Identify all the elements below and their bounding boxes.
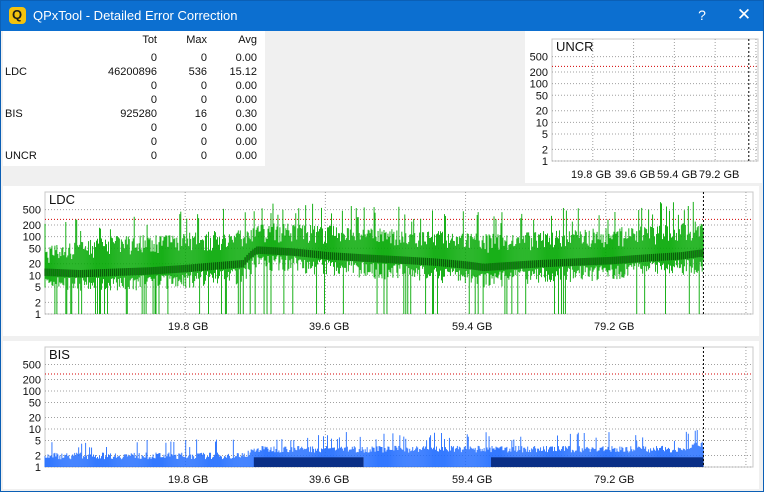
stats-row: UNCR 0 0 0.00: [3, 150, 265, 164]
app-icon-letter: Q: [12, 7, 23, 22]
detailed-error-correction-window: Q QPxTool - Detailed Error Correction ? …: [0, 0, 764, 492]
y-tick-label: 20: [536, 106, 548, 118]
row-max: 0: [200, 80, 207, 92]
y-tick-label: 1: [35, 309, 41, 318]
window-title: QPxTool - Detailed Error Correction: [33, 8, 238, 23]
stats-header-row: Tot Max Avg: [3, 34, 265, 48]
chart-title: UNCR: [556, 39, 594, 54]
y-tick-label: 5: [35, 435, 41, 447]
bis-x-tick: 19.8 GB: [168, 474, 209, 486]
row-max: 536: [188, 66, 207, 78]
row-max: 0: [200, 150, 207, 162]
y-tick-label: 100: [23, 386, 41, 398]
y-tick-label: 2: [542, 144, 548, 156]
stats-row: 0 0 0.00: [3, 122, 265, 136]
row-tot: 0: [150, 150, 157, 162]
y-tick-label: 50: [29, 397, 41, 409]
row-tot: 0: [150, 80, 157, 92]
bis-chart: 500 20010050 20105 21 BIS: [23, 346, 754, 471]
y-tick-label: 5: [542, 129, 548, 141]
ldc-x-tick: 19.8 GB: [168, 321, 209, 333]
row-avg: 0.00: [235, 52, 257, 64]
bis-chart-panel: 500 200 100 50 20 10 5 2 1 BIS 19.8 GB 39.6 GB 59…: [3, 341, 759, 489]
row-label: LDC: [5, 66, 28, 78]
ldc-x-tick: 79.2 GB: [594, 321, 635, 333]
stats-row: BIS 925280 16 0.30: [3, 108, 265, 122]
row-label: BIS: [5, 108, 23, 120]
y-tick-label: 1: [542, 156, 548, 166]
y-tick-label: 20: [29, 259, 41, 271]
stats-row: 0 0 0.00: [3, 80, 265, 94]
y-tick-label: 500: [23, 359, 41, 371]
header-tot: Tot: [142, 34, 157, 46]
uncr-chart: 500 20010050 20105 21 UNCR: [530, 38, 759, 166]
header-avg: Avg: [238, 34, 257, 46]
plot-area: [551, 38, 759, 162]
help-button[interactable]: ?: [694, 7, 710, 25]
y-tick-label: 50: [536, 90, 548, 102]
y-tick-label: 2: [35, 451, 41, 463]
row-tot: 0: [150, 52, 157, 64]
uncr-x-tick: 59.4 GB: [657, 169, 698, 181]
bis-dark-band: [491, 457, 704, 467]
uncr-x-tick: 79.2 GB: [699, 169, 740, 181]
row-avg: 0.00: [235, 94, 257, 106]
row-avg: 0.00: [235, 150, 257, 162]
y-tick-label: 500: [530, 52, 548, 64]
chart-title: LDC: [49, 192, 75, 207]
y-tick-label: 5: [35, 282, 41, 294]
uncr-chart-panel: 500 200 100 50 20 10 5 2 1 UNCR 19.8 GB 39.6 GB 5…: [525, 31, 762, 183]
ldc-x-tick: 59.4 GB: [452, 321, 493, 333]
stats-row: 0 0 0.00: [3, 94, 265, 108]
bis-dark-band: [253, 457, 364, 467]
y-tick-label: 500: [23, 205, 41, 217]
close-button[interactable]: ✕: [735, 5, 753, 25]
y-tick-label: 10: [536, 117, 548, 129]
stats-table: Tot Max Avg 0 0 0.00 LDC 46200896 536 15…: [3, 31, 265, 166]
header-max: Max: [186, 34, 207, 46]
y-tick-label: 1: [35, 462, 41, 471]
row-tot: 0: [150, 136, 157, 148]
y-tick-label: 10: [29, 424, 41, 436]
y-tick-label: 50: [29, 243, 41, 255]
row-max: 0: [200, 122, 207, 134]
row-avg: 0.30: [235, 108, 257, 120]
uncr-x-tick: 19.8 GB: [571, 169, 612, 181]
row-tot: 0: [150, 122, 157, 134]
row-avg: 0.00: [235, 80, 257, 92]
row-avg: 15.12: [229, 66, 257, 78]
content-area: Tot Max Avg 0 0 0.00 LDC 46200896 536 15…: [1, 31, 763, 491]
row-avg: 0.00: [235, 122, 257, 134]
row-avg: 0.00: [235, 136, 257, 148]
bis-x-tick: 39.6 GB: [309, 474, 350, 486]
ldc-chart-panel: 500 200 100 50 20 10 5 2 1 LDC 19.8 GB 39.6 GB 59…: [3, 186, 759, 336]
stats-row: 0 0 0.00: [3, 52, 265, 66]
y-tick-label: 10: [29, 270, 41, 282]
app-icon: Q: [9, 7, 26, 24]
row-tot: 0: [150, 94, 157, 106]
row-label: UNCR: [5, 150, 37, 162]
y-tick-label: 200: [530, 67, 548, 79]
ldc-chart: 500 20010050 20105 21 LDC: [23, 191, 754, 318]
row-tot: 46200896: [108, 66, 157, 78]
ldc-x-tick: 39.6 GB: [309, 321, 350, 333]
bis-x-tick: 59.4 GB: [452, 474, 493, 486]
uncr-x-tick: 39.6 GB: [615, 169, 656, 181]
bis-x-tick: 79.2 GB: [594, 474, 635, 486]
row-max: 0: [200, 94, 207, 106]
y-tick-label: 100: [23, 232, 41, 244]
stats-row: 0 0 0.00: [3, 136, 265, 150]
y-tick-label: 200: [23, 375, 41, 387]
title-bar: Q QPxTool - Detailed Error Correction ? …: [1, 1, 763, 31]
row-tot: 925280: [120, 108, 157, 120]
y-tick-label: 2: [35, 297, 41, 309]
y-tick-label: 200: [23, 220, 41, 232]
y-tick-label: 20: [29, 413, 41, 425]
row-max: 16: [194, 108, 207, 120]
row-max: 0: [200, 136, 207, 148]
stats-row: LDC 46200896 536 15.12: [3, 66, 265, 80]
row-max: 0: [200, 52, 207, 64]
y-tick-label: 100: [530, 79, 548, 91]
chart-title: BIS: [49, 347, 70, 362]
